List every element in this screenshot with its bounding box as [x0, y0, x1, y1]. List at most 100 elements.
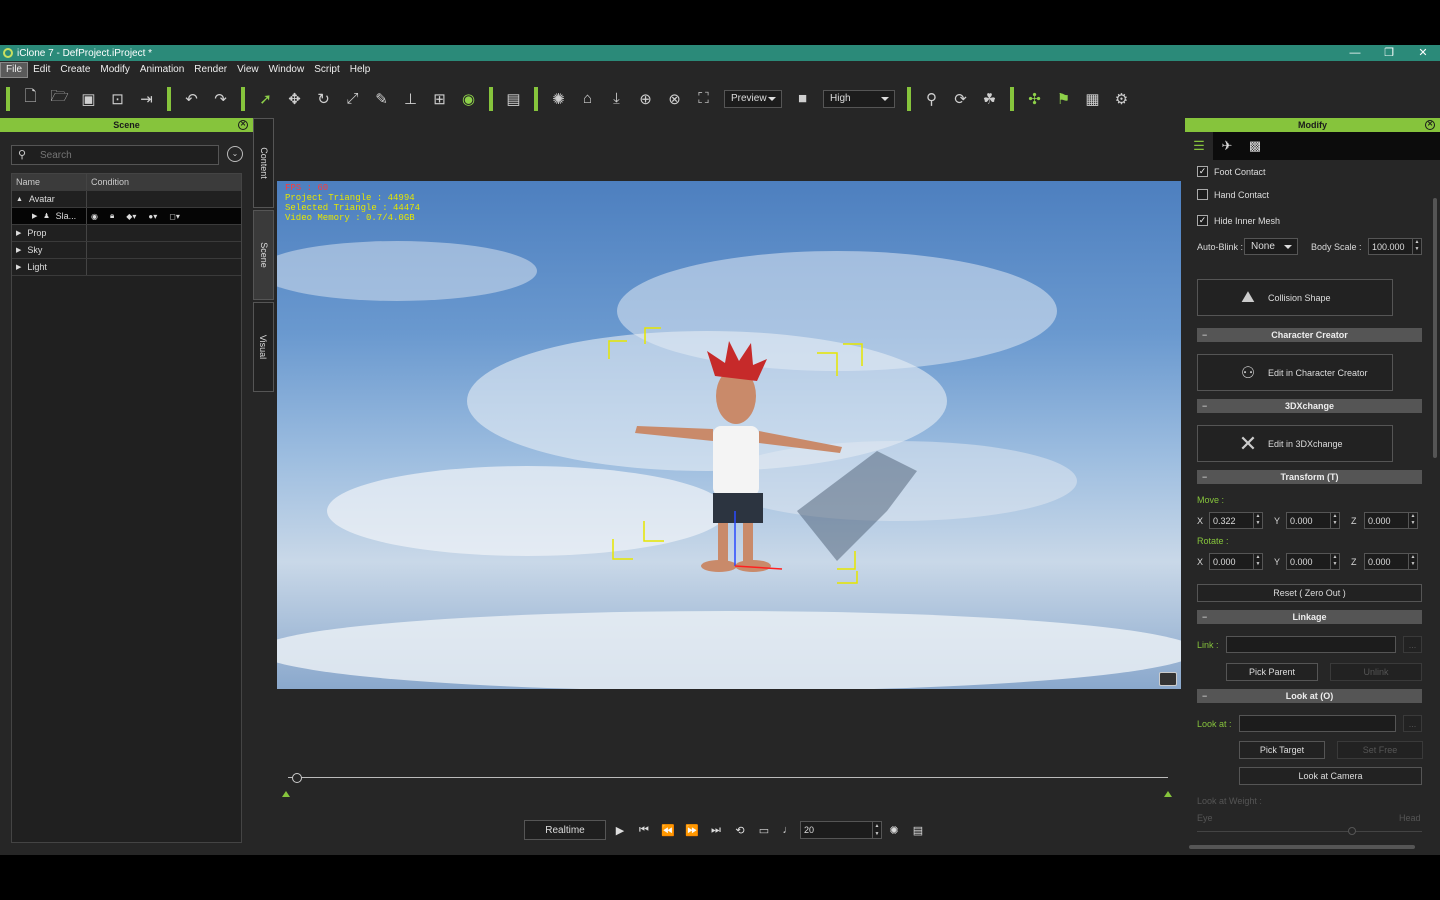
menu-file[interactable]: File — [0, 62, 29, 78]
light-settings-icon[interactable]: ✺ — [882, 820, 906, 840]
timeline-start-marker[interactable] — [282, 791, 290, 797]
export-icon[interactable]: ⇥ — [132, 87, 161, 111]
flag-icon[interactable]: ⚑ — [1049, 87, 1078, 111]
menu-script[interactable]: Script — [309, 61, 345, 79]
tab-content[interactable]: Content — [253, 118, 274, 208]
spin-arrows-icon[interactable]: ▲ ▼ — [1408, 513, 1417, 528]
vertical-scrollbar[interactable] — [1433, 198, 1437, 458]
move-y-field[interactable]: 0.000 ▲ ▼ — [1286, 512, 1340, 529]
move-z-field[interactable]: 0.000 ▲ ▼ — [1364, 512, 1418, 529]
linkage-section[interactable]: − Linkage — [1197, 610, 1422, 624]
fit-icon[interactable]: ⊕ — [631, 87, 660, 111]
eye-icon[interactable]: ◉ — [454, 87, 483, 111]
next-frame-icon[interactable]: ⏩ — [680, 820, 704, 840]
look-at-weight-knob[interactable] — [1348, 827, 1356, 835]
look-at-camera-button[interactable]: Look at Camera — [1239, 767, 1422, 785]
scale-icon[interactable]: ⤢ — [338, 87, 367, 111]
viewport-comment-icon[interactable] — [1159, 672, 1177, 686]
camera-icon[interactable]: ■ — [788, 87, 817, 111]
select-arrow-icon[interactable]: ➚ — [251, 87, 280, 111]
spin-arrows-icon[interactable]: ▲ ▼ — [1253, 554, 1262, 569]
link-field[interactable] — [1226, 636, 1396, 653]
panel-icon[interactable]: ▤ — [499, 87, 528, 111]
expand-icon[interactable]: ▶ — [16, 263, 21, 271]
menu-window[interactable]: Window — [264, 61, 310, 79]
realtime-button[interactable]: Realtime — [524, 820, 606, 840]
rotate-z-field[interactable]: 0.000 ▲ ▼ — [1364, 553, 1418, 570]
timeline-track[interactable] — [288, 777, 1168, 778]
motion-tab-icon[interactable]: ✈ — [1213, 132, 1241, 160]
play-icon[interactable]: ▶ — [608, 820, 632, 840]
close-button[interactable]: ✕ — [1406, 45, 1440, 61]
loop-icon[interactable]: ⟲ — [728, 820, 752, 840]
horizontal-scrollbar[interactable] — [1189, 845, 1415, 849]
expand-icon[interactable]: ▶ — [16, 229, 21, 237]
menu-help[interactable]: Help — [345, 61, 376, 79]
spin-arrows-icon[interactable]: ▲ ▼ — [1408, 554, 1417, 569]
minimize-button[interactable]: — — [1338, 45, 1372, 61]
tree-row-sky[interactable]: ▶ Sky — [12, 242, 241, 259]
3dxchange-section[interactable]: − 3DXchange — [1197, 399, 1422, 413]
spin-arrows-icon[interactable]: ▲ ▼ — [872, 822, 881, 838]
unlink-button[interactable]: Unlink — [1330, 663, 1422, 681]
sound-icon[interactable]: ♩ — [776, 820, 800, 840]
look-at-weight-slider[interactable] — [1197, 831, 1422, 832]
link-browse-button[interactable]: ... — [1403, 636, 1422, 653]
merge-icon[interactable]: ⊡ — [103, 87, 132, 111]
hide-inner-mesh-row[interactable]: ✓ Hide Inner Mesh — [1197, 215, 1280, 226]
pick-target-button[interactable]: Pick Target — [1239, 741, 1325, 759]
rotate-y-field[interactable]: 0.000 ▲ ▼ — [1286, 553, 1340, 570]
hide-inner-mesh-checkbox[interactable]: ✓ — [1197, 215, 1208, 226]
preview-dropdown[interactable]: Preview — [724, 89, 782, 108]
puppet-icon[interactable]: ✣ — [1020, 87, 1049, 111]
pick-parent-button[interactable]: Pick Parent — [1226, 663, 1318, 681]
clipboard-icon[interactable]: ▦ — [1078, 87, 1107, 111]
lock-icon[interactable]: 🔒︎ — [110, 211, 114, 221]
body-scale-field[interactable]: 100.000 ▲ ▼ — [1368, 238, 1422, 255]
look-at-section[interactable]: − Look at (O) — [1197, 689, 1422, 703]
spin-arrows-icon[interactable]: ▲ ▼ — [1330, 554, 1339, 569]
edit-in-character-creator-button[interactable]: ⚇ Edit in Character Creator — [1197, 354, 1393, 391]
quality-dropdown[interactable]: High — [823, 89, 895, 108]
tree-row-character[interactable]: ▶ ♟ Sla... ◉ 🔒︎ ◆▾ ●▾ ◻▾ — [12, 208, 241, 225]
menu-view[interactable]: View — [232, 61, 264, 79]
collapse-icon[interactable]: ▲ — [16, 196, 23, 203]
visibility-icon[interactable]: ◉ — [91, 212, 98, 221]
group-icon[interactable]: ☘ — [975, 87, 1004, 111]
spin-arrows-icon[interactable]: ▲ ▼ — [1412, 239, 1421, 254]
edit-in-3dxchange-button[interactable]: ✕ Edit in 3DXchange — [1197, 425, 1393, 462]
hand-contact-checkbox[interactable] — [1197, 189, 1208, 200]
material-tab-icon[interactable]: ▩ — [1241, 132, 1269, 160]
new-file-icon[interactable]: 🗋 — [16, 87, 45, 111]
bounds-icon[interactable]: ◻▾ — [169, 212, 180, 221]
pen-icon[interactable]: ✎ — [367, 87, 396, 111]
timeline-toggle-icon[interactable]: ▤ — [906, 820, 930, 840]
frame-selected-icon[interactable]: ⊗ — [660, 87, 689, 111]
auto-blink-dropdown[interactable]: None — [1244, 238, 1298, 255]
drop-to-ground-icon[interactable]: ⤓ — [602, 87, 631, 111]
align-icon[interactable]: ⊥ — [396, 87, 425, 111]
menu-animation[interactable]: Animation — [135, 61, 189, 79]
undo-icon[interactable]: ↶ — [177, 87, 206, 111]
go-to-start-icon[interactable]: ⏮ — [632, 820, 656, 840]
settings-icon[interactable]: ⚙ — [1107, 87, 1136, 111]
move-x-field[interactable]: 0.322 ▲ ▼ — [1209, 512, 1263, 529]
spin-arrows-icon[interactable]: ▲ ▼ — [1330, 513, 1339, 528]
hand-contact-row[interactable]: Hand Contact — [1197, 189, 1269, 200]
foot-contact-checkbox[interactable]: ✓ — [1197, 166, 1208, 177]
frame-input[interactable]: 20 ▲ ▼ — [800, 821, 882, 839]
shadow-icon[interactable]: ●▾ — [148, 212, 157, 221]
spin-arrows-icon[interactable]: ▲ ▼ — [1253, 513, 1262, 528]
zoom-extents-icon[interactable]: ⛶ — [689, 87, 718, 111]
close-icon[interactable]: ✕ — [238, 120, 248, 130]
maximize-button[interactable]: ❐ — [1372, 45, 1406, 61]
tab-visual[interactable]: Visual — [253, 302, 274, 392]
attributes-tab-icon[interactable]: ☰ — [1185, 132, 1213, 160]
home-icon[interactable]: ⌂ — [573, 87, 602, 111]
previous-frame-icon[interactable]: ⏪ — [656, 820, 680, 840]
motion-icon[interactable]: ⟳ — [946, 87, 975, 111]
distribute-icon[interactable]: ⊞ — [425, 87, 454, 111]
rotate-x-field[interactable]: 0.000 ▲ ▼ — [1209, 553, 1263, 570]
look-at-field[interactable] — [1239, 715, 1396, 732]
collision-shape-button[interactable]: ⛰ Collision Shape — [1197, 279, 1393, 316]
